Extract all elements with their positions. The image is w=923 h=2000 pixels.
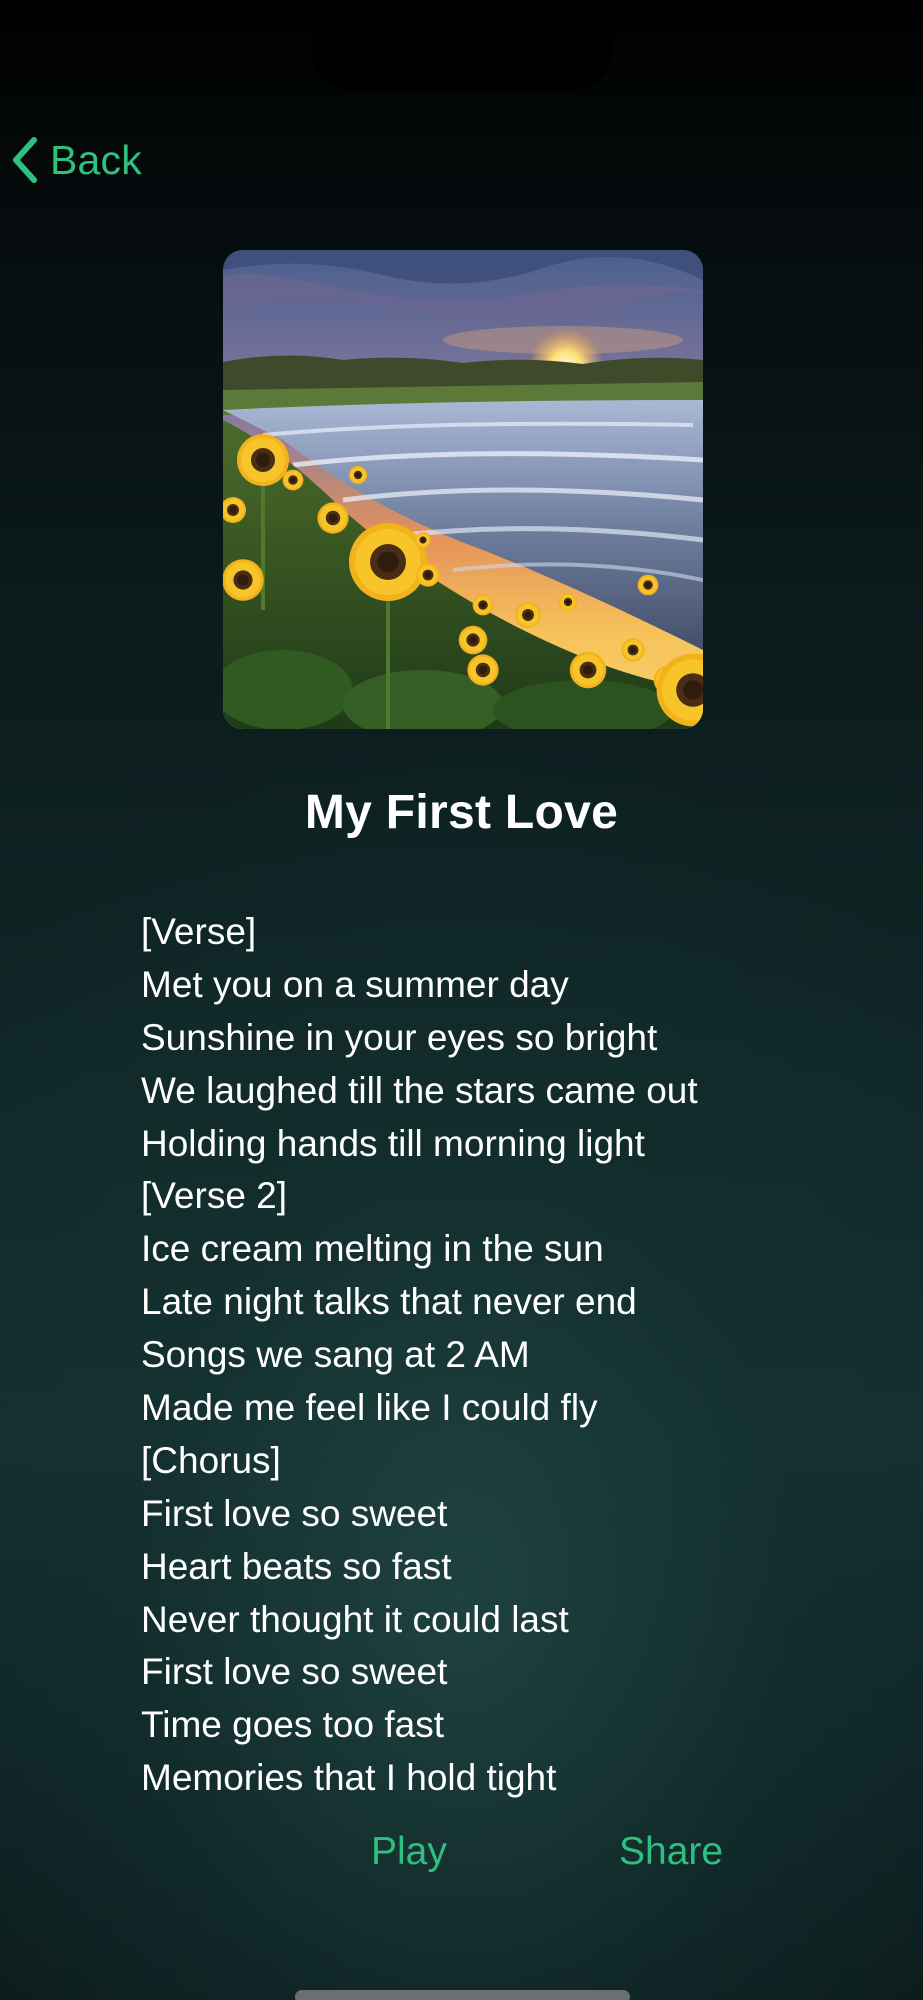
share-button[interactable]: Share	[619, 1830, 723, 1886]
album-artwork	[223, 250, 703, 729]
lyric-line: Met you on a summer day	[141, 963, 569, 1005]
lyric-line: Holding hands till morning light	[141, 1122, 645, 1164]
song-title: My First Love	[304, 786, 619, 839]
lyric-line: [Verse 2]	[141, 1175, 288, 1217]
lyric-line: Never thought it could last	[141, 1598, 569, 1640]
lyrics-list: [Verse] Met you on a summer day Sunshine…	[141, 906, 881, 1805]
song-detail-screen: Back My First Love [Verse] Met you on a …	[0, 0, 923, 2000]
back-button[interactable]: Back	[10, 132, 142, 188]
lyric-line: [Chorus]	[141, 1439, 281, 1481]
lyric-line: We laughed till the stars came out	[141, 1069, 698, 1111]
lyric-line: Ice cream melting in the sun	[141, 1228, 604, 1270]
lyric-line: Time goes too fast	[141, 1704, 444, 1746]
lyric-line: First love so sweet	[141, 1651, 448, 1693]
lyric-line: Songs we sang at 2 AM	[141, 1334, 530, 1376]
lyric-line: [Verse]	[141, 911, 257, 952]
lyric-line: First love so sweet	[141, 1492, 448, 1534]
home-indicator[interactable]	[295, 1990, 630, 2000]
dynamic-island	[312, 10, 612, 90]
lyric-line: Late night talks that never end	[141, 1281, 637, 1323]
chevron-left-icon	[10, 136, 40, 184]
lyric-line: Memories that I hold tight	[141, 1757, 557, 1799]
play-button[interactable]: Play	[371, 1830, 447, 1886]
lyric-line: Sunshine in your eyes so bright	[141, 1016, 658, 1058]
lyric-line: Made me feel like I could fly	[141, 1387, 598, 1429]
lyric-line: Heart beats so fast	[141, 1545, 452, 1587]
back-label: Back	[50, 136, 142, 183]
